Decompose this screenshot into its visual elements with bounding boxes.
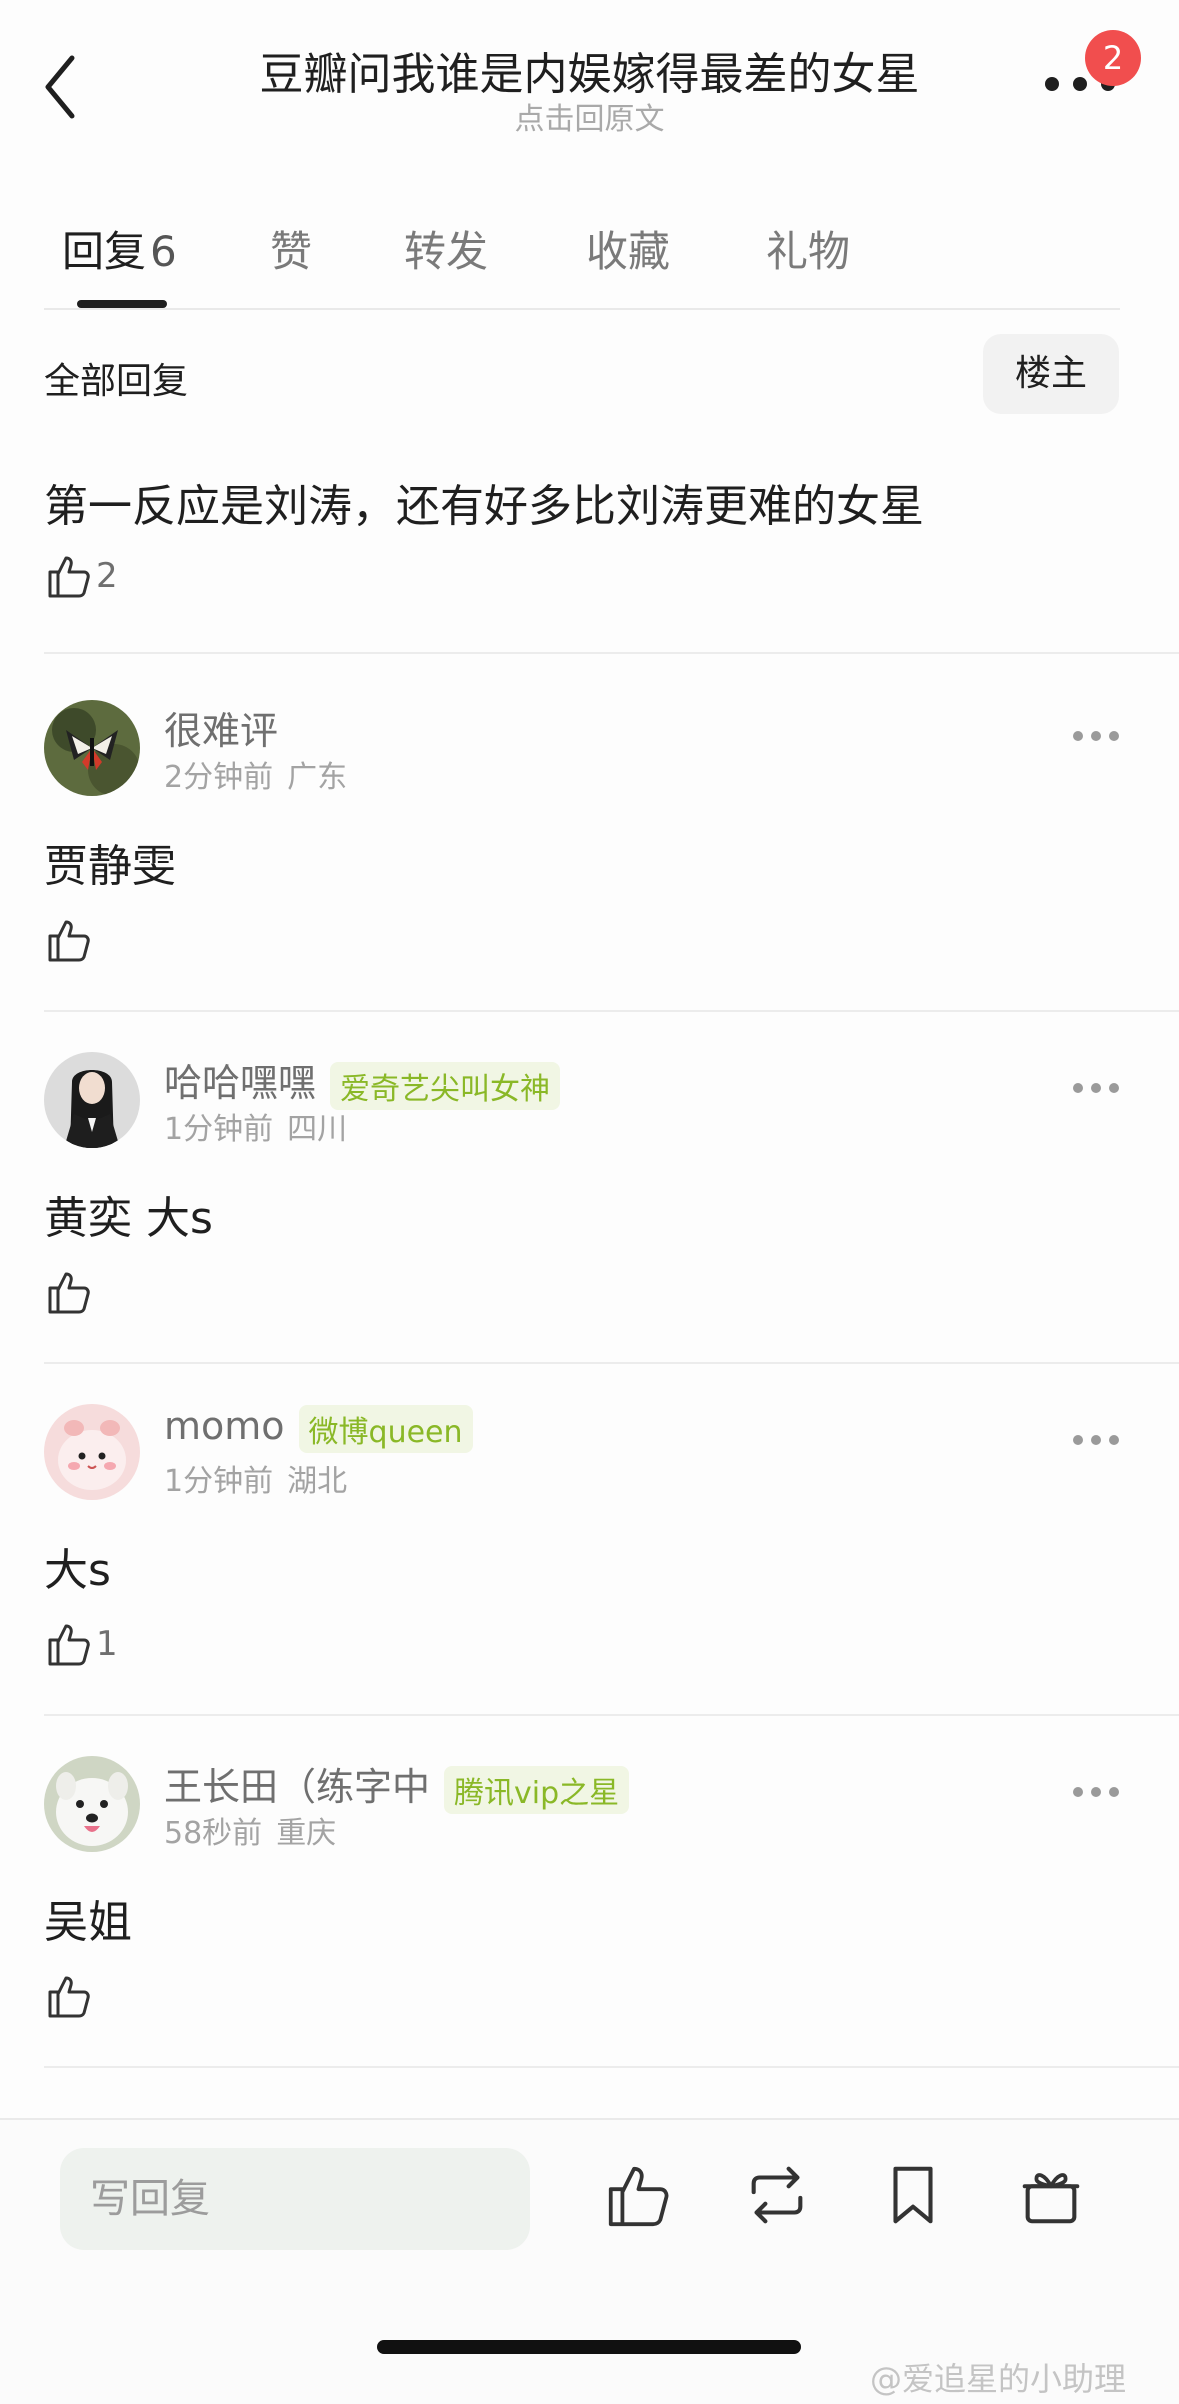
comment-location: 重庆 — [276, 1816, 337, 1851]
user-badge: 腾讯vip之星 — [444, 1765, 630, 1814]
avatar[interactable] — [44, 700, 140, 796]
comment-text: 贾静雯 — [44, 841, 176, 892]
like-action-button[interactable] — [602, 2160, 672, 2230]
more-dots-icon — [1073, 1435, 1119, 1445]
page-title: 豆瓣问我谁是内娱嫁得最差的女星 — [259, 49, 920, 100]
comment-more-button[interactable] — [1072, 728, 1120, 742]
comment-location: 四川 — [287, 1112, 348, 1147]
active-tab-indicator — [77, 300, 167, 308]
watermark: @爱追星的小助理 — [870, 2360, 1127, 2398]
thumbs-up-icon — [48, 1976, 90, 2018]
comment-text: 大s — [44, 1545, 111, 1596]
reply-input[interactable]: 写回复 — [60, 2148, 530, 2250]
bookmark-icon — [893, 2166, 933, 2224]
like-button[interactable] — [44, 1972, 96, 2024]
username-text: 王长田（练字中 — [164, 1765, 431, 1809]
comment-username[interactable]: 王长田（练字中 腾讯vip之星 — [164, 1756, 630, 1814]
comment-username[interactable]: momo 微博queen — [164, 1404, 473, 1453]
notification-badge: 2 — [1085, 30, 1141, 86]
comment-time: 1分钟前 — [164, 1112, 274, 1147]
tab-favorites[interactable]: 收藏 — [586, 218, 670, 279]
comment-text: 吴姐 — [44, 1897, 132, 1948]
comment-location: 湖北 — [287, 1464, 348, 1499]
tab-likes[interactable]: 赞 — [270, 218, 312, 279]
like-button[interactable]: 2 — [44, 552, 118, 604]
bookmark-action-button[interactable] — [878, 2160, 948, 2230]
avatar[interactable] — [44, 1052, 140, 1148]
op-only-button[interactable]: 楼主 — [983, 334, 1119, 414]
gift-action-button[interactable] — [1016, 2160, 1086, 2230]
comment-meta: 2分钟前 广东 — [164, 752, 347, 796]
butterfly-avatar-image — [44, 700, 140, 796]
thumbs-up-icon — [608, 2166, 669, 2227]
username-text: 哈哈嘿嘿 — [164, 1061, 317, 1105]
comment-meta: 1分钟前 四川 — [164, 1104, 347, 1148]
tab-divider — [44, 308, 1120, 310]
comment-text: 第一反应是刘涛，还有好多比刘涛更难的女星 — [44, 481, 924, 532]
comment-meta: 1分钟前 湖北 — [164, 1456, 347, 1500]
avatar[interactable] — [44, 1756, 140, 1852]
tab-label: 回复 — [62, 227, 147, 276]
like-button[interactable] — [44, 916, 96, 968]
comment-text: 黄奕 大s — [44, 1193, 213, 1244]
comment-time: 58秒前 — [164, 1816, 263, 1851]
more-dots-icon — [1073, 1083, 1119, 1093]
comment-location: 广东 — [287, 760, 348, 795]
user-badge: 爱奇艺尖叫女神 — [330, 1061, 561, 1110]
home-indicator — [377, 2340, 801, 2354]
comment-username[interactable]: 很难评 — [164, 700, 278, 755]
tab-replies[interactable]: 回复6 — [62, 218, 177, 279]
username-text: 很难评 — [164, 709, 279, 753]
comment-more-button[interactable] — [1072, 1080, 1120, 1094]
comment-time: 2分钟前 — [164, 760, 274, 795]
comment-more-button[interactable] — [1072, 1432, 1120, 1446]
view-original-link[interactable]: 点击回原文 — [0, 94, 1179, 138]
comment-meta: 58秒前 重庆 — [164, 1808, 336, 1852]
like-button[interactable]: 1 — [44, 1620, 118, 1672]
thumbs-up-icon — [48, 920, 90, 962]
portrait-avatar-image — [44, 1052, 140, 1148]
bottom-action-bar: 写回复 @爱追星的小助理 — [0, 2118, 1179, 2404]
more-dots-icon — [1073, 731, 1119, 741]
like-button[interactable] — [44, 1268, 96, 1320]
reply-count: 6 — [150, 227, 177, 276]
user-badge: 微博queen — [298, 1404, 473, 1453]
comment-time: 1分钟前 — [164, 1464, 274, 1499]
comment-divider — [44, 2066, 1179, 2068]
comment-divider — [44, 652, 1179, 654]
comment-username[interactable]: 哈哈嘿嘿 爱奇艺尖叫女神 — [164, 1052, 561, 1110]
dog-avatar-image — [44, 1756, 140, 1852]
like-count: 2 — [96, 556, 118, 596]
username-text: momo — [164, 1404, 285, 1448]
repost-action-button[interactable] — [742, 2160, 812, 2230]
section-title: 全部回复 — [44, 361, 189, 402]
repost-icon — [751, 2166, 803, 2224]
tab-gifts[interactable]: 礼物 — [766, 218, 850, 279]
thumbs-up-icon — [48, 556, 90, 598]
like-count: 1 — [96, 1624, 118, 1664]
cartoon-avatar-image — [44, 1404, 140, 1500]
comment-more-button[interactable] — [1072, 1784, 1120, 1798]
gift-icon — [1022, 2173, 1080, 2224]
tab-reposts[interactable]: 转发 — [404, 218, 488, 279]
comment-divider — [44, 1714, 1179, 1716]
avatar[interactable] — [44, 1404, 140, 1500]
thumbs-up-icon — [48, 1272, 90, 1314]
more-dots-icon — [1073, 1787, 1119, 1797]
comment-divider — [44, 1362, 1179, 1364]
comment-divider — [44, 1010, 1179, 1012]
thumbs-up-icon — [48, 1624, 90, 1666]
